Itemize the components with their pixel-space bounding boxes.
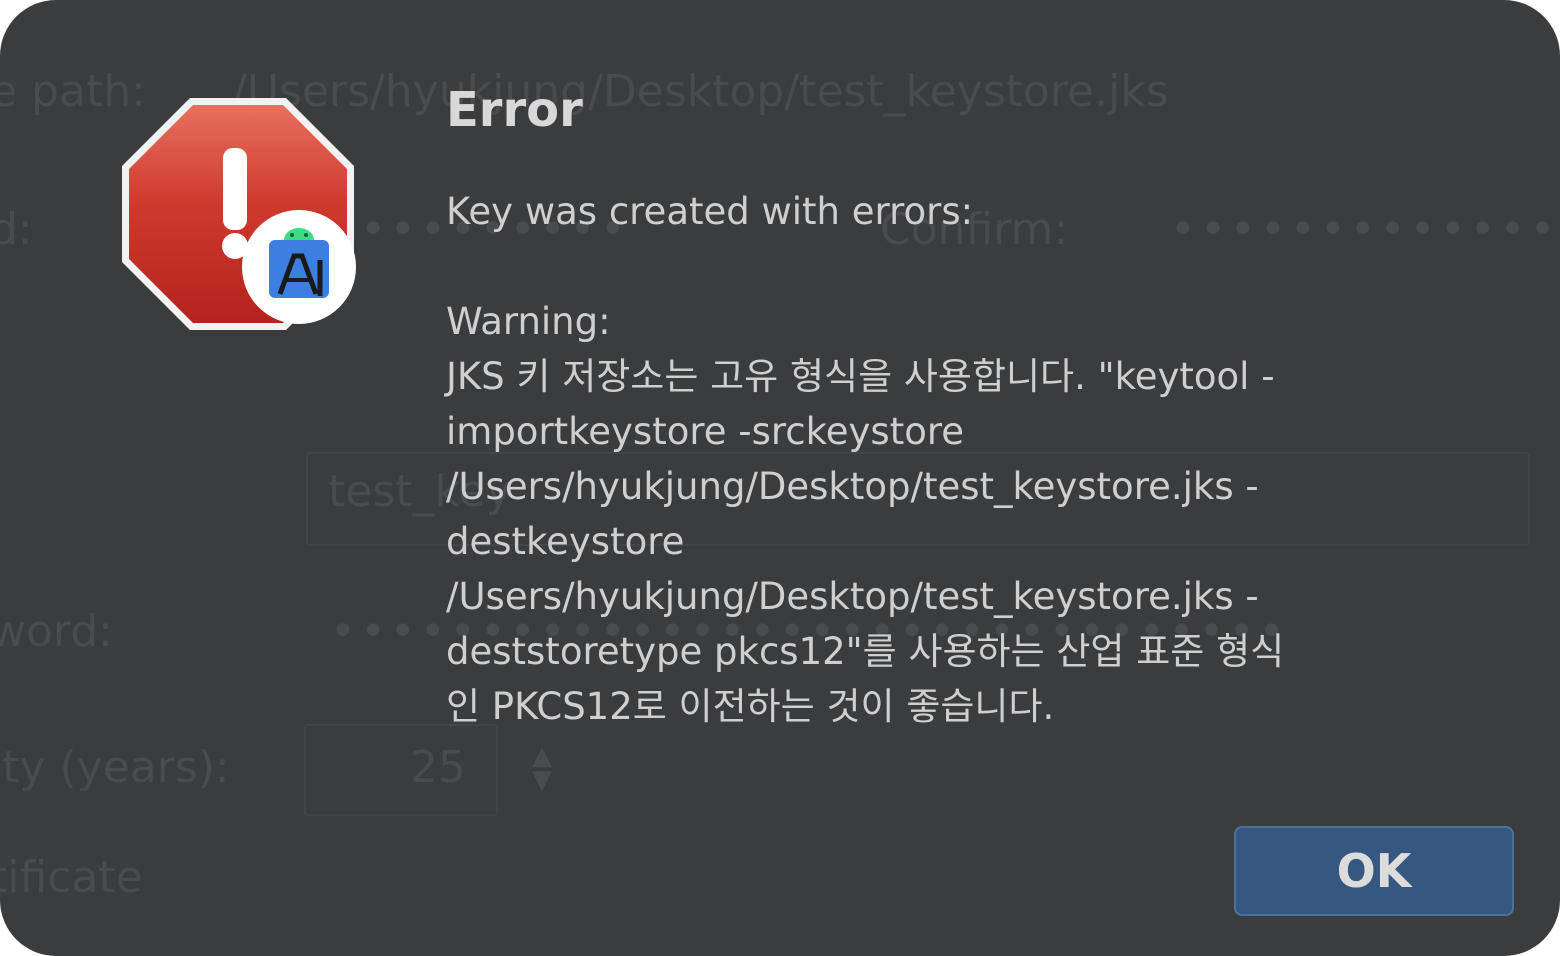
- message-line: deststoretype pkcs12"를 사용하는 산업 표준 형식: [446, 630, 1285, 673]
- message-line: 인 PKCS12로 이전하는 것이 좋습니다.: [446, 685, 1055, 728]
- message-line: destkeystore: [446, 520, 685, 563]
- bg-password-label: d:: [0, 204, 33, 255]
- dialog-title: Error: [446, 82, 583, 138]
- message-spacer: [446, 239, 1456, 294]
- bg-alias-label: :: [0, 466, 5, 517]
- bg-validity-label: ity (years):: [0, 742, 230, 793]
- message-line: Key was created with errors:: [446, 190, 974, 233]
- error-dialog: e path: /Users/hyukjung/Desktop/test_key…: [0, 0, 1560, 956]
- message-line: /Users/hyukjung/Desktop/test_keystore.jk…: [446, 575, 1259, 618]
- dialog-message: Key was created with errors: Warning: JK…: [446, 184, 1456, 734]
- bg-certificate-label: tificate: [0, 852, 143, 903]
- message-line: Warning:: [446, 300, 611, 343]
- ok-button[interactable]: OK: [1234, 826, 1514, 916]
- bg-key-password-label: word:: [0, 606, 113, 657]
- bg-validity-value: 25: [410, 742, 466, 793]
- message-line: JKS 키 저장소는 고유 형식을 사용합니다. "keytool -: [446, 355, 1275, 398]
- bg-path-value: /Users/hyukjung/Desktop/test_keystore.jk…: [232, 66, 1169, 117]
- bg-stepper-icon: ▲ ▼: [532, 741, 552, 795]
- android-studio-icon: [242, 210, 356, 324]
- message-line: /Users/hyukjung/Desktop/test_keystore.jk…: [446, 465, 1259, 508]
- bg-validity-field: [304, 724, 498, 816]
- message-line: importkeystore -srckeystore: [446, 410, 964, 453]
